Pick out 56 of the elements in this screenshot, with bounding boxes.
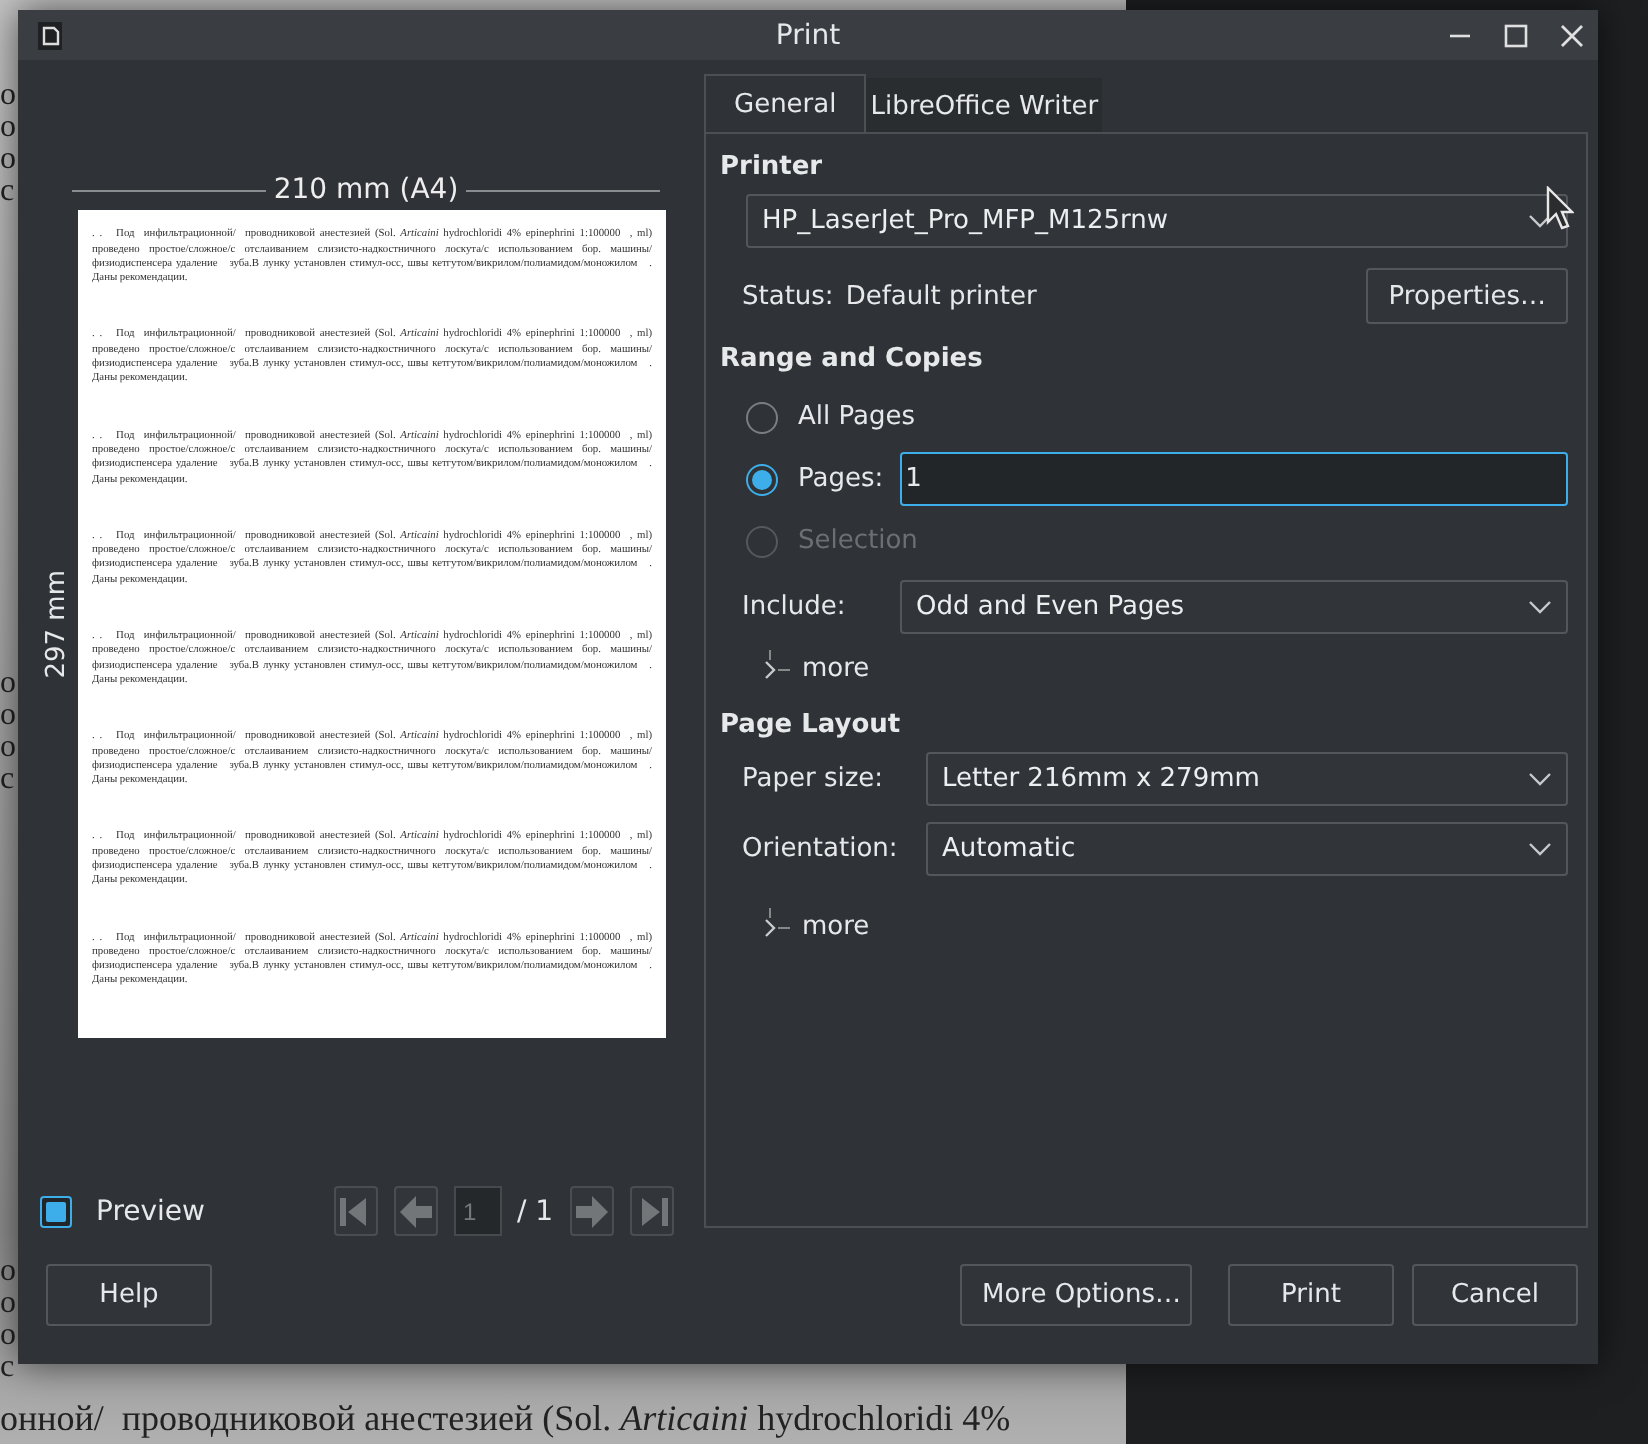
document-text: о [0,700,16,732]
mouse-cursor-icon [1546,186,1574,230]
section-heading: Page Layout [720,710,903,741]
page-width-label: 210 mm (A4) [273,174,459,207]
chevron-down-icon [1528,599,1552,616]
maximize-icon[interactable] [1502,21,1530,50]
document-text: о [0,80,16,112]
layout-dropdown[interactable]: Letter 216mm x 279mm [926,752,1568,807]
document-text: о [0,732,16,764]
page-total-label: / 1 [517,1195,554,1228]
layout-dropdown[interactable]: Automatic [926,822,1568,877]
printer-dropdown[interactable]: HP_LaserJet_Pro_MFP_M125rnw [746,194,1568,249]
first-page-icon [339,1195,371,1228]
section-heading: Range and Copies [720,344,985,375]
tab[interactable]: LibreOffice Writer [866,78,1103,135]
document-text: с [0,1352,15,1384]
window-title: Print [775,19,841,52]
right-arrow-icon [575,1195,608,1228]
document-text-line: онной/ проводниковой анестезией (Sol. Articaini hydrochloridi 4% [0,1398,1011,1442]
dialog-button[interactable]: Cancel [1412,1263,1578,1326]
document-text: о [0,1320,16,1352]
field-label: Paper size: [742,764,886,795]
radio-label[interactable]: All Pages [798,402,915,433]
radio-button[interactable] [746,401,778,434]
left-arrow-icon [399,1195,431,1228]
section-heading: Printer [720,152,825,183]
radio-button[interactable] [746,463,778,496]
help-button[interactable]: Help [46,1263,212,1326]
page-height-label: 297 mm [42,570,70,679]
dialog-button[interactable]: Print [1228,1263,1394,1326]
dialog-button[interactable]: More Options… [960,1263,1192,1326]
include-dropdown[interactable]: Odd and Even Pages [900,580,1568,635]
status-label: Status: [742,281,834,312]
tab[interactable]: General [704,74,867,135]
chevron-down-icon [1528,771,1552,788]
more-expander[interactable]: more [802,653,870,684]
include-label: Include: [742,592,848,623]
status-value: Default printer [845,281,1037,312]
document-text: с [0,176,15,208]
pages-field[interactable]: 1 [899,452,1568,507]
document-text: о [0,668,16,700]
chevron-down-icon [1528,213,1552,230]
document-text: о [0,144,16,176]
radio-label[interactable]: Pages: [798,464,884,495]
chevron-down-icon [1528,841,1552,858]
document-text: о [0,1288,16,1320]
more-expander[interactable]: more [802,911,870,942]
document-text: о [0,1256,16,1288]
document-text: с [0,764,15,796]
preview-label: Preview [96,1195,205,1228]
properties-button[interactable]: Properties… [1366,268,1568,325]
preview-checkbox[interactable] [40,1195,72,1228]
document-text: о [0,112,16,144]
field-label: Orientation: [742,834,900,865]
close-icon[interactable] [1558,21,1586,50]
document-icon [38,21,62,50]
